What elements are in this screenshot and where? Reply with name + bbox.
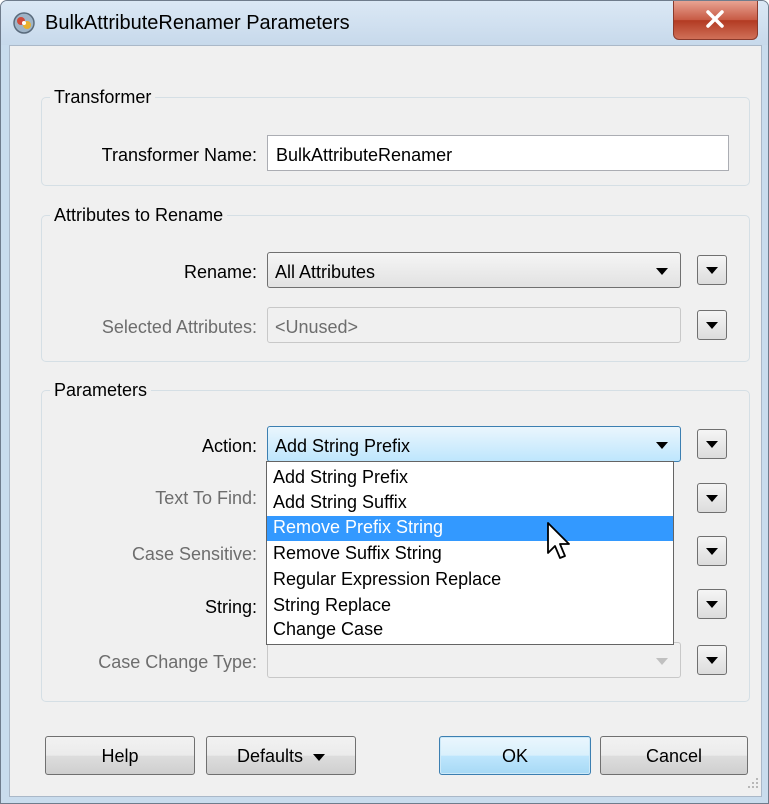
action-dropdown-list: Add String Prefix Add String Suffix Remo… [266,461,674,645]
selected-attributes-label: Selected Attributes: [101,317,257,337]
parameters-group-title: Parameters [50,379,152,401]
dropdown-option-string-replace[interactable]: String Replace [267,594,673,619]
action-select[interactable]: Add String Prefix [267,426,681,462]
fme-transformer-icon [13,12,35,34]
selected-attributes-field[interactable]: <Unused> [267,307,681,343]
transformer-name-label: Transformer Name: [101,145,257,165]
string-label: String: [204,597,257,617]
dropdown-option-remove-prefix-string[interactable]: Remove Prefix String [267,516,673,541]
dropdown-option-change-case[interactable]: Change Case [267,618,673,643]
triangle-down-icon [706,441,718,448]
string-menu-button[interactable] [697,589,727,619]
dialog-window: BulkAttributeRenamer Parameters Transfor… [0,0,769,804]
chevron-down-icon [656,658,668,665]
triangle-down-icon [706,548,718,555]
dropdown-option-remove-suffix-string[interactable]: Remove Suffix String [267,542,673,567]
case-change-type-select[interactable] [267,642,681,678]
case-change-type-label: Case Change Type: [98,652,257,672]
transformer-name-input[interactable]: BulkAttributeRenamer [267,135,729,171]
rename-select-value: All Attributes [275,262,376,282]
rename-label: Rename: [183,262,257,282]
triangle-down-icon [706,601,718,608]
ok-button[interactable]: OK [439,736,591,775]
triangle-down-icon [706,495,718,502]
mouse-pointer-icon [547,522,570,559]
attributes-group-title: Attributes to Rename [50,204,228,226]
action-label: Action: [201,436,257,456]
dropdown-option-regular-expression-replace[interactable]: Regular Expression Replace [267,568,673,593]
help-button[interactable]: Help [45,736,195,775]
case-sensitive-label: Case Sensitive: [131,544,257,564]
defaults-button[interactable]: Defaults [206,736,356,775]
selected-attributes-value: <Unused> [275,317,359,337]
case-sensitive-menu-button[interactable] [697,536,727,566]
close-button[interactable] [673,1,758,40]
dropdown-option-add-string-prefix[interactable]: Add String Prefix [267,466,673,491]
triangle-down-icon [313,753,326,761]
chevron-down-icon [656,442,668,449]
action-select-value: Add String Prefix [275,436,411,456]
action-menu-button[interactable] [697,429,727,459]
triangle-down-icon [706,657,718,664]
text-to-find-menu-button[interactable] [697,483,727,513]
selected-attributes-menu-button[interactable] [697,310,727,340]
cancel-button[interactable]: Cancel [600,736,748,775]
close-icon [706,10,724,28]
window-title: BulkAttributeRenamer Parameters [45,12,350,34]
dialog-body: Transformer Transformer Name: BulkAttrib… [9,45,762,797]
resize-grip-icon[interactable] [741,773,761,793]
defaults-button-label: Defaults [236,746,304,766]
rename-menu-button[interactable] [697,255,727,285]
triangle-down-icon [706,322,718,329]
triangle-down-icon [706,267,718,274]
title-bar[interactable]: BulkAttributeRenamer Parameters [1,1,768,45]
chevron-down-icon [656,268,668,275]
case-change-type-menu-button[interactable] [697,645,727,675]
dropdown-option-add-string-suffix[interactable]: Add String Suffix [267,491,673,516]
transformer-group-title: Transformer [50,86,156,108]
text-to-find-label: Text To Find: [155,488,257,508]
rename-select[interactable]: All Attributes [267,252,681,288]
